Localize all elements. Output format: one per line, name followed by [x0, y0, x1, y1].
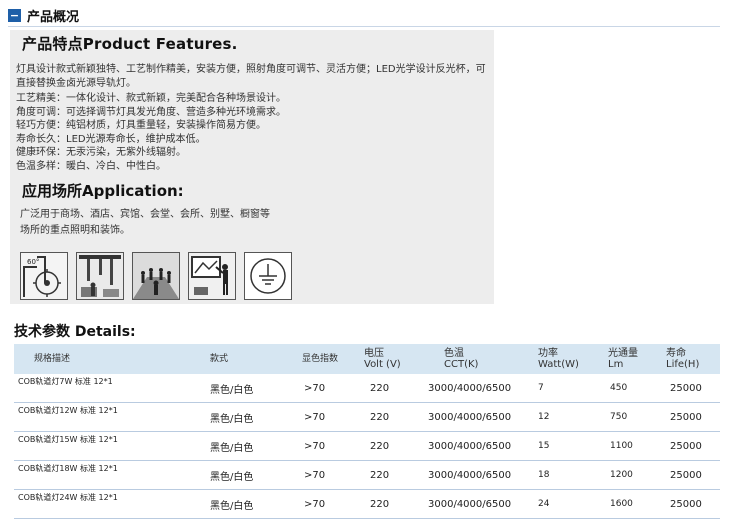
cell-lumen: 1600: [598, 489, 664, 519]
cell-cri: >70: [296, 431, 358, 461]
cell-volt: 220: [358, 460, 418, 490]
table-row: COB轨道灯24W 标准 12*1 黑色/白色 >70 220 3000/400…: [14, 489, 720, 519]
cell-life: 25000: [664, 489, 720, 519]
cell-cri: >70: [296, 402, 358, 432]
application-icons: 60°: [20, 252, 300, 300]
cell-spec: COB轨道灯12W 标准 12*1: [14, 402, 200, 432]
header-lumen: 光通量 Lm: [598, 344, 664, 374]
features-intro: 灯具设计款式新颖独特、工艺制作精美，安装方便，照射角度可调节、灵活方便；LED光…: [16, 64, 486, 89]
cell-spec: COB轨道灯18W 标准 12*1: [14, 460, 200, 490]
cell-lumen: 450: [598, 374, 664, 403]
application-line: 广泛用于商场、酒店、宾馆、会堂、会所、别墅、橱窗等: [20, 209, 270, 220]
cell-lumen: 1200: [598, 460, 664, 490]
cell-cct: 3000/4000/6500: [418, 489, 524, 519]
audience-hall-icon: [132, 252, 180, 300]
cell-cri: >70: [296, 489, 358, 519]
cell-life: 25000: [664, 374, 720, 403]
feature-item: 角度可调：可选择调节灯具发光角度、营造多种光环境需求。: [16, 106, 286, 118]
cell-lumen: 1100: [598, 431, 664, 461]
table-row: COB轨道灯7W 标准 12*1 黑色/白色 >70 220 3000/4000…: [14, 374, 720, 403]
feature-item: 寿命长久：LED光源寿命长，维护成本低。: [16, 133, 206, 145]
feature-item: 轻巧方便：纯铝材质，灯具重量轻，安装操作简易方便。: [16, 120, 266, 131]
cell-life: 25000: [664, 431, 720, 461]
cell-volt: 220: [358, 402, 418, 432]
feature-item: 工艺精美：一体化设计、款式新颖，完美配合各种场景设计。: [16, 93, 286, 104]
features-heading: 产品特点Product Features.: [22, 35, 238, 53]
section-divider: [8, 26, 720, 27]
cell-cct: 3000/4000/6500: [418, 431, 524, 461]
presentation-room-icon: [188, 252, 236, 300]
application-text: 广泛用于商场、酒店、宾馆、会堂、会所、别墅、橱窗等 场所的重点照明和装饰。: [20, 207, 320, 239]
header-cri: 显色指数: [296, 344, 358, 374]
features-list: 工艺精美：一体化设计、款式新颖，完美配合各种场景设计。 角度可调：可选择调节灯具…: [16, 92, 490, 173]
cell-style: 黑色/白色: [200, 489, 296, 519]
cell-style: 黑色/白色: [200, 402, 296, 432]
cell-watt: 15: [524, 431, 598, 461]
feature-item: 健康环保：无汞污染，无紫外线辐射。: [16, 147, 186, 158]
cell-style: 黑色/白色: [200, 374, 296, 403]
application-line: 场所的重点照明和装饰。: [20, 225, 130, 236]
cell-cri: >70: [296, 374, 358, 403]
feature-item: 色温多样：暖白、冷白、中性白。: [16, 160, 166, 172]
cell-cri: >70: [296, 460, 358, 490]
table-row: COB轨道灯18W 标准 12*1 黑色/白色 >70 220 3000/400…: [14, 460, 720, 490]
header-style: 款式: [200, 344, 296, 374]
cell-watt: 24: [524, 489, 598, 519]
cell-spec: COB轨道灯7W 标准 12*1: [14, 374, 200, 403]
application-heading: 应用场所Application:: [22, 182, 184, 200]
table-header-row: 规格描述 款式 显色指数 电压 Volt (V) 色温 CCT(K) 功率 Watt(…: [14, 344, 720, 374]
table-row: COB轨道灯15W 标准 12*1 黑色/白色 >70 220 3000/400…: [14, 431, 720, 461]
minus-icon[interactable]: −: [8, 8, 21, 22]
adjustable-angle-icon: 60°: [20, 252, 68, 300]
cell-style: 黑色/白色: [200, 460, 296, 490]
cell-volt: 220: [358, 489, 418, 519]
cell-cct: 3000/4000/6500: [418, 460, 524, 490]
cell-volt: 220: [358, 374, 418, 403]
table-row: COB轨道灯12W 标准 12*1 黑色/白色 >70 220 3000/400…: [14, 402, 720, 432]
cell-life: 25000: [664, 460, 720, 490]
cell-lumen: 750: [598, 402, 664, 432]
details-heading: 技术参数 Details:: [14, 324, 136, 340]
cell-watt: 7: [524, 374, 598, 403]
cell-life: 25000: [664, 402, 720, 432]
features-panel: 产品特点Product Features. 灯具设计款式新颖独特、工艺制作精美，…: [10, 30, 494, 304]
ground-symbol-icon: [244, 252, 292, 300]
header-cct: 色温 CCT(K): [418, 344, 524, 374]
header-volt: 电压 Volt (V): [358, 344, 418, 374]
cell-cct: 3000/4000/6500: [418, 402, 524, 432]
cell-watt: 12: [524, 402, 598, 432]
section-title: 产品概况: [27, 9, 80, 25]
section-header: − 产品概况: [8, 6, 80, 25]
cell-cct: 3000/4000/6500: [418, 374, 524, 403]
cell-volt: 220: [358, 431, 418, 461]
details-table: 规格描述 款式 显色指数 电压 Volt (V) 色温 CCT(K) 功率 Watt(…: [14, 344, 720, 519]
cell-watt: 18: [524, 460, 598, 490]
cell-style: 黑色/白色: [200, 431, 296, 461]
angle-label: 60°: [27, 258, 39, 266]
header-life: 寿命 Life(H): [664, 344, 720, 374]
header-watt: 功率 Watt(W): [524, 344, 598, 374]
cell-spec: COB轨道灯15W 标准 12*1: [14, 431, 200, 461]
cell-spec: COB轨道灯24W 标准 12*1: [14, 489, 200, 519]
header-spec: 规格描述: [14, 344, 200, 374]
track-lights-icon: [76, 252, 124, 300]
